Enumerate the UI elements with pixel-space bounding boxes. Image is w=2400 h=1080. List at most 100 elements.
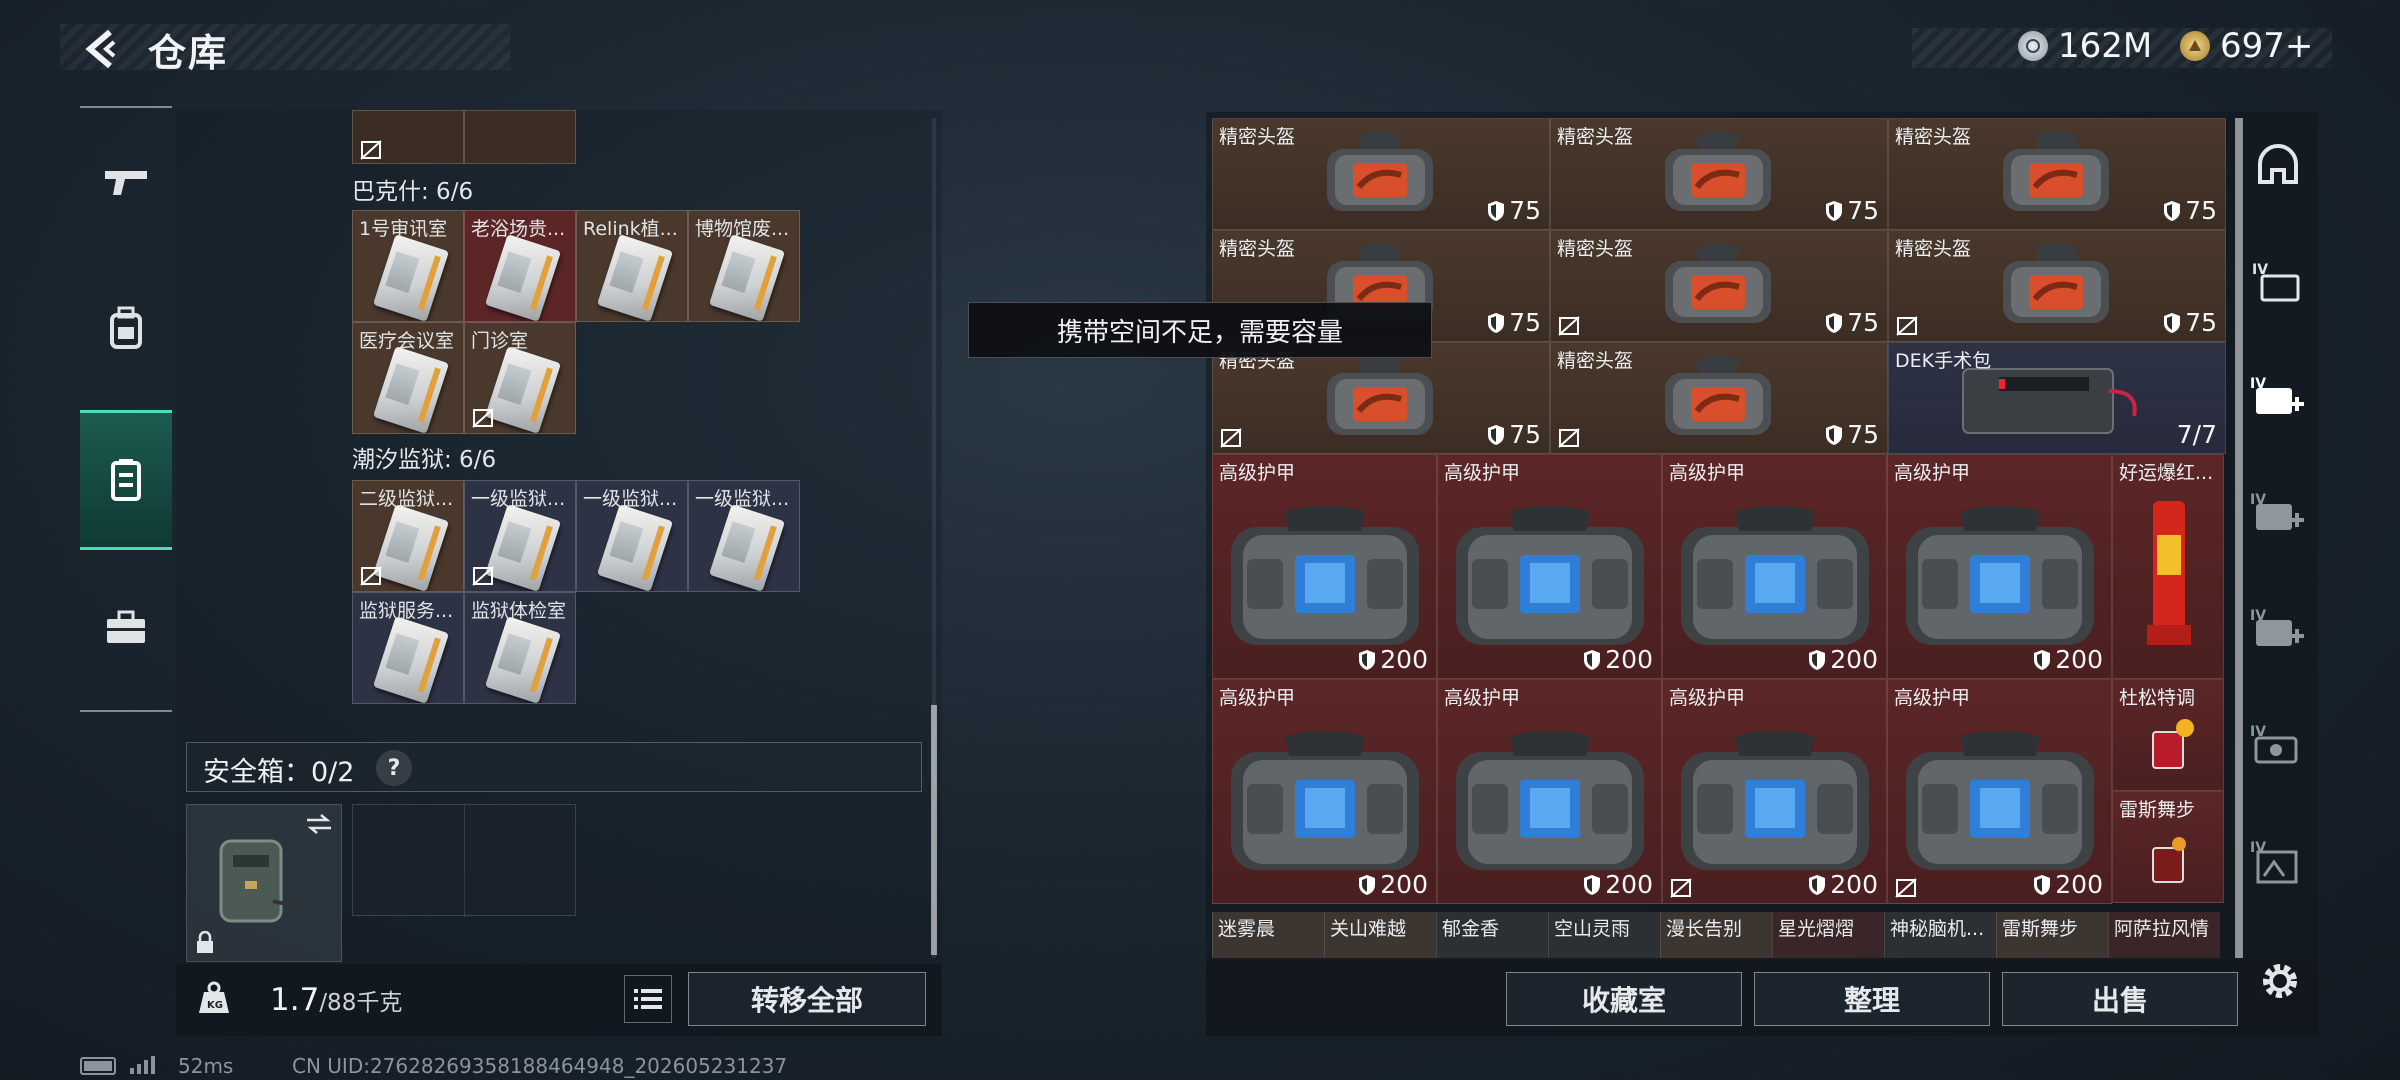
keycard-label: 二级监狱... xyxy=(359,488,454,510)
helmet-item[interactable]: 精密头盔 75 xyxy=(1888,230,2226,342)
helmet-item[interactable]: 精密头盔 75 xyxy=(1212,342,1550,454)
keycard-stripe xyxy=(417,255,441,311)
partial-item-cell[interactable]: 漫长告别 xyxy=(1660,912,1772,958)
keycard-stripe xyxy=(529,367,553,423)
keycard-cell[interactable]: 一级监狱... xyxy=(576,480,688,592)
no-drop-icon xyxy=(1895,315,1919,337)
armor-item[interactable]: 高级护甲 200 xyxy=(1662,454,1887,679)
armor-item[interactable]: 高级护甲 200 xyxy=(1887,454,2112,679)
partial-keycard-cell[interactable] xyxy=(464,110,576,164)
keycard-cell[interactable]: 二级监狱... xyxy=(352,480,464,592)
keycard-cell[interactable]: 医疗会议室 xyxy=(352,322,464,434)
help-button[interactable]: ? xyxy=(376,750,412,786)
armor-bag-icon xyxy=(1906,506,2094,645)
add-iv-icon[interactable]: IV xyxy=(2238,466,2318,562)
helmet-item[interactable]: 精密头盔 75 xyxy=(1212,118,1550,230)
partial-item-cell[interactable]: 迷雾晨 xyxy=(1212,912,1324,958)
keycard-label: 一级监狱... xyxy=(583,488,678,510)
gold-amount: 697+ xyxy=(2220,26,2314,66)
keycard-stripe xyxy=(417,637,441,693)
armor-item[interactable]: 高级护甲 200 xyxy=(1662,679,1887,904)
firecracker-item[interactable]: 好运爆红... xyxy=(2112,454,2224,679)
frame-iv-icon[interactable]: IV xyxy=(2238,814,2318,910)
swap-icon[interactable] xyxy=(305,813,333,835)
item-name: DEK手术包 xyxy=(1895,350,1992,372)
nav-equipment[interactable] xyxy=(80,258,172,398)
helmet-item[interactable]: 精密头盔 75 xyxy=(1888,118,2226,230)
durability: 75 xyxy=(1487,196,1541,225)
armor-item[interactable]: 高级护甲 200 xyxy=(1212,454,1437,679)
keycard-icon xyxy=(372,616,450,703)
shield-icon xyxy=(1826,200,1843,221)
card-iv-icon[interactable]: IV xyxy=(2238,234,2318,330)
armor-item[interactable]: 高级护甲 200 xyxy=(1437,679,1662,904)
durability: 75 xyxy=(1825,308,1879,337)
safebox-item[interactable] xyxy=(186,804,342,962)
organize-button[interactable]: 整理 xyxy=(1754,972,1990,1026)
keycard-cell[interactable]: 监狱体检室 xyxy=(464,592,576,704)
keycard-cell[interactable]: 门诊室 xyxy=(464,322,576,434)
transfer-all-button[interactable]: 转移全部 xyxy=(688,972,926,1026)
keycard-cell[interactable]: 博物馆废... xyxy=(688,210,800,322)
nav-weapons[interactable] xyxy=(80,112,172,252)
item-name: 漫长告别 xyxy=(1666,918,1743,940)
nav-storage[interactable] xyxy=(80,410,172,550)
armor-bag-icon xyxy=(1456,506,1644,645)
battery-signal-icon xyxy=(80,1054,162,1080)
durability-value: 200 xyxy=(1830,870,1878,899)
helmet-item[interactable]: 精密头盔 75 xyxy=(1550,230,1888,342)
currency-silver[interactable]: 162M xyxy=(2018,26,2152,66)
back-arrow-icon xyxy=(85,29,116,69)
silver-amount: 162M xyxy=(2058,26,2153,66)
shield-icon xyxy=(1488,312,1505,333)
add-iv-active-icon[interactable]: IV xyxy=(2238,350,2318,446)
partial-item-cell[interactable]: 空山灵雨 xyxy=(1548,912,1660,958)
keycard-cell[interactable]: 一级监狱... xyxy=(464,480,576,592)
nav-tools[interactable] xyxy=(80,558,172,698)
shield-icon xyxy=(2164,312,2181,333)
armor-item[interactable]: 高级护甲 200 xyxy=(1437,454,1662,679)
keycard-cell[interactable]: Relink植... xyxy=(576,210,688,322)
armor-item[interactable]: 高级护甲 200 xyxy=(1887,679,2112,904)
keycard-cell[interactable]: 监狱服务... xyxy=(352,592,464,704)
settings-gear-icon[interactable] xyxy=(2255,956,2305,1006)
durability-value: 75 xyxy=(1847,308,1879,337)
keycard-cell[interactable]: 老浴场贵... xyxy=(464,210,576,322)
armor-bag-icon xyxy=(1681,731,1869,870)
armor-item[interactable]: 高级护甲 200 xyxy=(1212,679,1437,904)
currency-gold[interactable]: 697+ xyxy=(2180,26,2313,66)
left-scrollbar-thumb[interactable] xyxy=(931,705,937,955)
item-name: 精密头盔 xyxy=(1557,350,1634,372)
helmet-item[interactable]: 精密头盔 75 xyxy=(1550,342,1888,454)
ticket-iv-icon[interactable]: IV xyxy=(2238,698,2318,794)
safebox-empty-slot[interactable] xyxy=(352,804,576,917)
durability-value: 200 xyxy=(1605,645,1653,674)
partial-item-cell[interactable]: 星光熠熠 xyxy=(1772,912,1884,958)
keycard-cell[interactable]: 一级监狱... xyxy=(688,480,800,592)
helmet-item[interactable]: 精密头盔 75 xyxy=(1550,118,1888,230)
keycard-label: 一级监狱... xyxy=(695,488,790,510)
partial-item-cell[interactable]: 阿萨拉风情 xyxy=(2108,912,2220,958)
partial-item-cell[interactable]: 关山难越 xyxy=(1324,912,1436,958)
helmet-slot-icon[interactable] xyxy=(2238,118,2318,214)
partial-item-cell[interactable]: 雷斯舞步 xyxy=(1996,912,2108,958)
key-group-title: 巴克什: 6/6 xyxy=(352,179,474,205)
add-iv-icon[interactable]: IV xyxy=(2238,582,2318,678)
durability-value: 200 xyxy=(1380,870,1428,899)
back-button[interactable] xyxy=(78,24,128,74)
item-name: 精密头盔 xyxy=(1219,126,1296,148)
cocktail-icon xyxy=(2152,719,2194,769)
drink-item[interactable]: 雷斯舞步 xyxy=(2112,791,2224,903)
partial-keycard-cell[interactable] xyxy=(352,110,464,164)
partial-item-cell[interactable]: 神秘脑机... xyxy=(1884,912,1996,958)
keycard-cell[interactable]: 1号审讯室 xyxy=(352,210,464,322)
durability: 200 xyxy=(2033,870,2103,899)
drink-item[interactable]: 杜松特调 xyxy=(2112,679,2224,791)
durability: 75 xyxy=(2163,308,2217,337)
list-view-button[interactable] xyxy=(624,975,672,1023)
shield-icon xyxy=(1584,874,1601,895)
medkit-item[interactable]: DEK手术包 7/7 xyxy=(1888,342,2226,454)
collection-room-button[interactable]: 收藏室 xyxy=(1506,972,1742,1026)
sell-button[interactable]: 出售 xyxy=(2002,972,2238,1026)
partial-item-cell[interactable]: 郁金香 xyxy=(1436,912,1548,958)
